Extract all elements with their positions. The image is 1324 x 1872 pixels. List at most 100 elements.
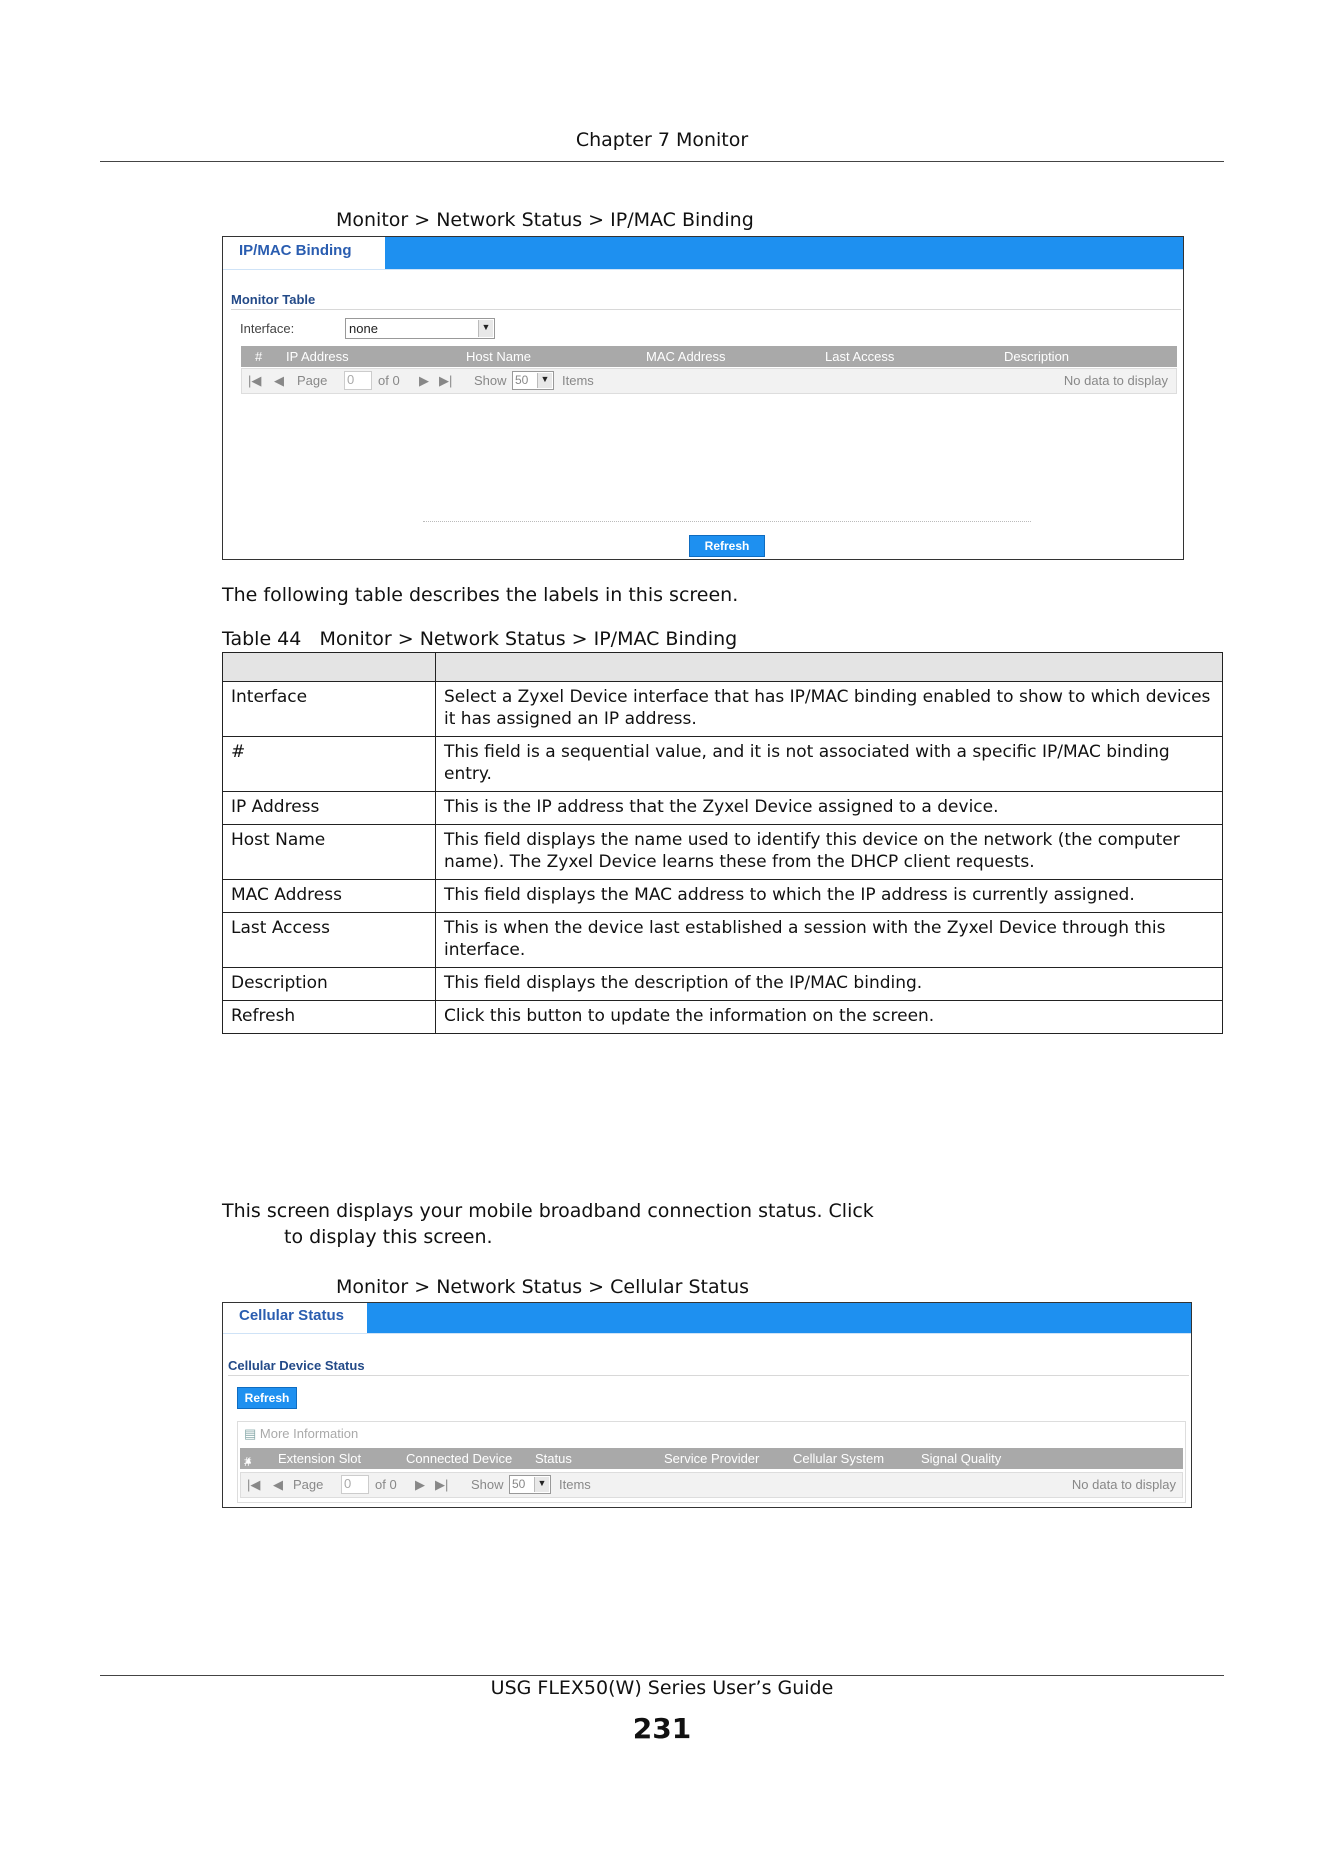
table-row: Refresh Click this button to update the …	[222, 1000, 1223, 1034]
last-page-icon[interactable]: ▶|	[439, 373, 452, 389]
row-label: IP Address	[222, 791, 436, 825]
page-input-value: 0	[347, 372, 355, 387]
pagination-bar: |◀ ◀ Page 0 of 0 ▶ ▶| Show 50 ▼ Items No…	[241, 368, 1177, 394]
cellular-intro-line2: to display this screen.	[284, 1226, 493, 1248]
chevron-down-icon: ▼	[534, 1477, 549, 1492]
table-row: MAC Address This field displays the MAC …	[222, 879, 1223, 913]
show-label: Show	[471, 1477, 504, 1492]
header-cell-label	[222, 652, 436, 682]
refresh-button[interactable]: Refresh	[237, 1387, 297, 1409]
page-of-label: of 0	[375, 1477, 397, 1492]
dotted-divider	[423, 521, 1031, 522]
document-icon: ▤	[244, 1426, 257, 1441]
chevron-down-icon: ▼	[537, 373, 552, 388]
tab-underline	[223, 269, 1183, 270]
row-description: This is when the device last established…	[435, 912, 1223, 968]
tab-ipmac-binding[interactable]: IP/MAC Binding	[223, 237, 385, 269]
row-description: This field is a sequential value, and it…	[435, 736, 1223, 792]
tab-bar	[223, 1303, 1191, 1333]
table-row: Description This field displays the desc…	[222, 967, 1223, 1001]
col-host-name[interactable]: Host Name	[466, 349, 531, 364]
col-service-provider[interactable]: Service Provider	[664, 1451, 759, 1466]
row-description: This field displays the name used to ide…	[435, 824, 1223, 880]
figure-caption-ipmac: Monitor > Network Status > IP/MAC Bindin…	[336, 209, 754, 231]
cellular-table-panel: ▤ More Information # ▲ Extension Slot Co…	[237, 1421, 1186, 1503]
row-label: MAC Address	[222, 879, 436, 913]
page-input[interactable]: 0	[341, 1475, 369, 1494]
intro-paragraph: The following table describes the labels…	[222, 584, 739, 606]
page-input-value: 0	[344, 1476, 352, 1491]
prev-page-icon[interactable]: ◀	[273, 1477, 283, 1493]
page-size-value: 50	[515, 373, 529, 387]
page-size-select[interactable]: 50 ▼	[509, 1475, 551, 1494]
row-description: Select a Zyxel Device interface that has…	[435, 681, 1223, 737]
table-row: IP Address This is the IP address that t…	[222, 791, 1223, 825]
last-page-icon[interactable]: ▶|	[435, 1477, 448, 1493]
row-label: Interface	[222, 681, 436, 737]
col-ip-address[interactable]: IP Address	[286, 349, 349, 364]
page-number: 231	[632, 1712, 692, 1745]
row-label: Description	[222, 967, 436, 1001]
col-status[interactable]: Status	[535, 1451, 572, 1466]
tab-underline	[223, 1333, 1191, 1334]
table-row: # This field is a sequential value, and …	[222, 736, 1223, 792]
col-extension-slot[interactable]: Extension Slot	[278, 1451, 361, 1466]
table-row: Host Name This field displays the name u…	[222, 824, 1223, 880]
row-description: Click this button to update the informat…	[435, 1000, 1223, 1034]
page-label: Page	[297, 373, 328, 388]
table-caption: Table 44 Monitor > Network Status > IP/M…	[222, 628, 738, 650]
row-label: Refresh	[222, 1000, 436, 1034]
row-label: Host Name	[222, 824, 436, 880]
col-signal-quality[interactable]: Signal Quality	[921, 1451, 1001, 1466]
interface-select-value: none	[349, 321, 378, 336]
row-description: This field displays the description of t…	[435, 967, 1223, 1001]
chevron-down-icon: ▼	[478, 320, 493, 337]
row-description: This is the IP address that the Zyxel De…	[435, 791, 1223, 825]
table-row: Interface Select a Zyxel Device interfac…	[222, 681, 1223, 737]
table-header-row	[222, 652, 1223, 682]
page-size-select[interactable]: 50 ▼	[512, 371, 554, 390]
prev-page-icon[interactable]: ◀	[274, 373, 284, 389]
table-header-row: # IP Address Host Name MAC Address Last …	[241, 346, 1177, 367]
page-label: Page	[293, 1477, 324, 1492]
cellular-intro-line1: This screen displays your mobile broadba…	[222, 1200, 874, 1222]
col-index[interactable]: #	[255, 349, 262, 364]
col-description[interactable]: Description	[1004, 349, 1069, 364]
interface-label: Interface:	[240, 321, 295, 336]
section-divider	[231, 309, 1181, 310]
more-information-label: More Information	[259, 1426, 359, 1441]
next-page-icon[interactable]: ▶	[415, 1477, 425, 1493]
items-label: Items	[559, 1477, 591, 1492]
section-title-monitor-table: Monitor Table	[231, 292, 316, 307]
row-label: Last Access	[222, 912, 436, 968]
col-connected-device[interactable]: Connected Device	[406, 1451, 512, 1466]
first-page-icon[interactable]: |◀	[248, 373, 261, 389]
table-row: Last Access This is when the device last…	[222, 912, 1223, 968]
section-title-cellular-device-status: Cellular Device Status	[228, 1358, 365, 1373]
first-page-icon[interactable]: |◀	[247, 1477, 260, 1493]
col-mac-address[interactable]: MAC Address	[646, 349, 725, 364]
tab-cellular-status[interactable]: Cellular Status	[223, 1303, 367, 1333]
no-data-label: No data to display	[1063, 373, 1168, 388]
label-description-table: Interface Select a Zyxel Device interfac…	[222, 652, 1223, 1034]
header-cell-description	[435, 652, 1223, 682]
figure-caption-cellular: Monitor > Network Status > Cellular Stat…	[336, 1276, 750, 1298]
col-cellular-system[interactable]: Cellular System	[793, 1451, 884, 1466]
cellular-status-screen: Cellular Status Cellular Device Status R…	[222, 1302, 1192, 1508]
ipmac-binding-screen: IP/MAC Binding Monitor Table Interface: …	[222, 236, 1184, 560]
page-of-label: of 0	[378, 373, 400, 388]
table-header-row: # ▲ Extension Slot Connected Device Stat…	[240, 1448, 1183, 1469]
interface-select[interactable]: none ▼	[345, 318, 495, 339]
more-information-toolbar[interactable]: ▤ More Information	[244, 1426, 358, 1442]
refresh-button[interactable]: Refresh	[689, 535, 765, 557]
row-label: #	[222, 736, 436, 792]
next-page-icon[interactable]: ▶	[419, 373, 429, 389]
footer-rule	[100, 1675, 1224, 1676]
items-label: Items	[562, 373, 594, 388]
pagination-bar: |◀ ◀ Page 0 of 0 ▶ ▶| Show 50 ▼ Items No…	[240, 1472, 1183, 1498]
page-input[interactable]: 0	[344, 371, 372, 390]
page-size-value: 50	[512, 1477, 526, 1491]
chapter-header: Chapter 7 Monitor	[575, 129, 749, 151]
col-last-access[interactable]: Last Access	[825, 349, 894, 364]
col-index[interactable]: # ▲	[244, 1451, 253, 1469]
